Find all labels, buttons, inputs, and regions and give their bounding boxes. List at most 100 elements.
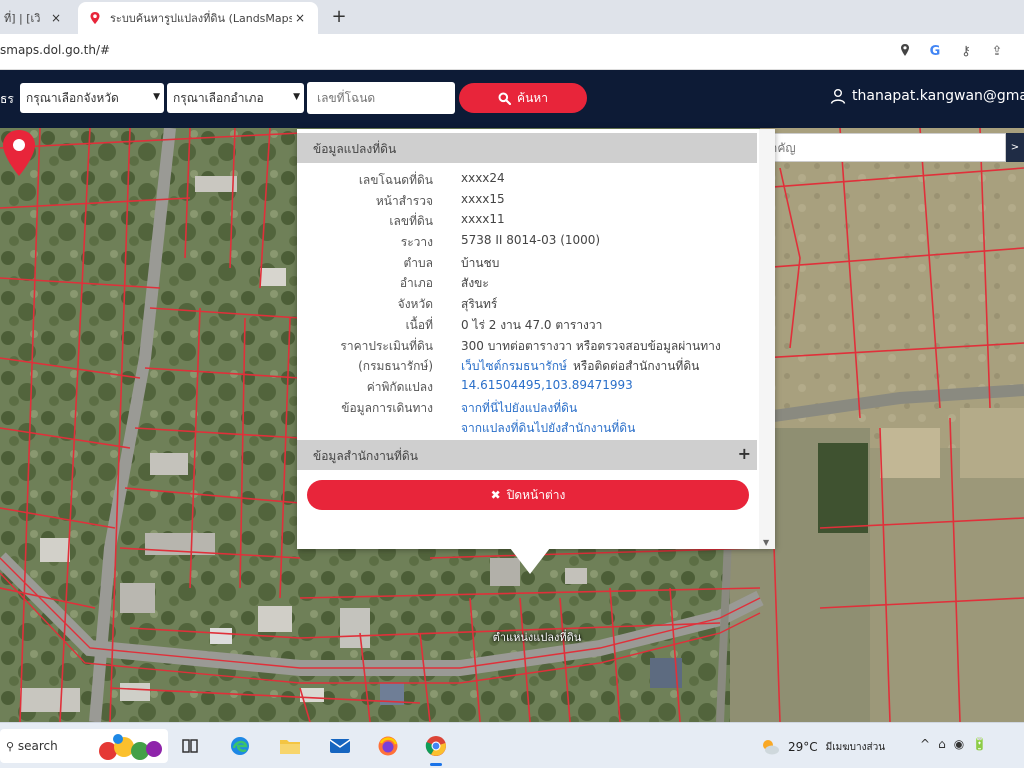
info-row-district: อำเภอ สังขะ xyxy=(297,272,757,293)
popup-pointer xyxy=(510,548,550,574)
directions-to-parcel-link[interactable]: จากที่นี่ไปยังแปลงที่ดิน xyxy=(461,399,577,418)
info-label: ค่าพิกัดแปลง xyxy=(366,379,433,394)
district-select-value: กรุณาเลือกอำเภอ xyxy=(173,90,264,105)
info-row-appraisal-price: ราคาประเมินที่ดิน 300 บาทต่อตารางวา หรือ… xyxy=(297,335,757,356)
key-icon[interactable]: ⚷ xyxy=(957,43,975,61)
parcel-info-list: เลขโฉนดที่ดิน xxxx24 หน้าสำรวจ xxxx15 เล… xyxy=(297,169,757,438)
header-lead-text: ธร xyxy=(0,92,14,106)
edge-browser-icon[interactable] xyxy=(224,730,256,762)
popup-scrollbar[interactable]: ▼ xyxy=(759,129,775,549)
info-value: xxxx11 xyxy=(461,212,505,227)
info-value: สุรินทร์ xyxy=(461,297,498,312)
info-value: xxxx15 xyxy=(461,191,505,206)
info-label: เลขที่ดิน xyxy=(389,214,433,229)
file-explorer-icon[interactable] xyxy=(274,730,306,762)
user-account[interactable]: thanapat.kangwan@gma xyxy=(830,88,1024,104)
info-value: 5738 II 8014-03 (1000) xyxy=(461,233,601,248)
parcel-info-header[interactable]: ข้อมูลแปลงที่ดิน xyxy=(297,133,757,163)
app-header: ธร กรุณาเลือกจังหวัด ▼ กรุณาเลือกอำเภอ ▼… xyxy=(0,70,1024,128)
info-value: สังขะ xyxy=(461,276,489,291)
info-row-coordinates: ค่าพิกัดแปลง 14.61504495,103.89471993 xyxy=(297,376,757,397)
close-icon: ✖ xyxy=(490,488,501,502)
treasury-website-link[interactable]: เว็บไซต์กรมธนารักษ์ xyxy=(461,357,567,376)
coordinates-link[interactable]: 14.61504495,103.89471993 xyxy=(461,378,633,392)
info-label: ระวาง xyxy=(400,235,433,250)
directions-to-office-link[interactable]: จากแปลงที่ดินไปยังสำนักงานที่ดิน xyxy=(461,419,635,438)
info-label: (กรมธนารักษ์) xyxy=(358,359,433,374)
info-row-treasury: (กรมธนารักษ์) เว็บไซต์กรมธนารักษ์ หรือติ… xyxy=(297,355,757,376)
info-value-suffix: หรือติดต่อสำนักงานที่ดิน xyxy=(572,359,700,374)
location-icon[interactable] xyxy=(896,43,914,61)
close-window-label: ปิดหน้าต่าง xyxy=(506,487,566,502)
landmark-search-button[interactable]: > xyxy=(1006,133,1024,162)
partly-cloudy-icon xyxy=(763,740,779,755)
chevron-down-icon: ▼ xyxy=(153,92,160,102)
close-icon[interactable]: × xyxy=(48,11,64,25)
info-label: หน้าสำรวจ xyxy=(375,193,433,208)
info-row-subdistrict: ตำบล บ้านชบ xyxy=(297,252,757,273)
weather-description: มีเมฆบางส่วน xyxy=(825,741,886,753)
google-icon[interactable]: G xyxy=(926,43,944,61)
browser-tab-landsmaps[interactable]: ระบบค้นหารูปแปลงที่ดิน (LandsMaps) × xyxy=(78,2,318,34)
search-button[interactable]: ค้นหา xyxy=(459,83,587,113)
weather-temp: 29°C xyxy=(788,740,818,754)
chrome-icon[interactable] xyxy=(420,730,452,766)
info-value: เว็บไซต์กรมธนารักษ์ หรือติดต่อสำนักงานที… xyxy=(461,357,699,376)
url-field[interactable]: smaps.dol.go.th/# xyxy=(0,43,110,57)
info-value: xxxx24 xyxy=(461,171,505,185)
info-label: เนื้อที่ xyxy=(405,317,433,332)
scroll-down-arrow-icon[interactable]: ▼ xyxy=(763,538,769,547)
province-select[interactable]: กรุณาเลือกจังหวัด ▼ xyxy=(20,83,164,113)
volume-icon[interactable]: ◉ xyxy=(954,737,964,751)
info-label: อำเภอ xyxy=(399,276,433,291)
expand-plus-icon[interactable]: + xyxy=(738,444,751,463)
battery-icon[interactable]: 🔋 xyxy=(972,737,987,751)
system-tray: ^ ⌂ ◉ 🔋 xyxy=(920,737,987,751)
info-value: 0 ไร่ 2 งาน 47.0 ตารางวา xyxy=(461,317,603,332)
share-icon[interactable]: ⇪ xyxy=(988,43,1006,61)
info-label: จังหวัด xyxy=(397,297,433,312)
map-pin-favicon-icon xyxy=(90,12,100,24)
info-label: ตำบล xyxy=(403,255,433,270)
search-icon xyxy=(498,92,512,105)
info-row-travel-office: จากแปลงที่ดินไปยังสำนักงานที่ดิน xyxy=(297,417,757,438)
close-icon[interactable]: × xyxy=(292,11,308,25)
land-office-header[interactable]: ข้อมูลสำนักงานที่ดิน + xyxy=(297,440,757,470)
info-row-land-number: เลขที่ดิน xxxx11 xyxy=(297,210,757,231)
district-select[interactable]: กรุณาเลือกอำเภอ ▼ xyxy=(167,83,304,113)
land-office-header-label: ข้อมูลสำนักงานที่ดิน xyxy=(313,449,418,463)
info-row-area: เนื้อที่ 0 ไร่ 2 งาน 47.0 ตารางวา xyxy=(297,314,757,335)
info-row-survey-page: หน้าสำรวจ xxxx15 xyxy=(297,190,757,211)
info-row-sheet: ระวาง 5738 II 8014-03 (1000) xyxy=(297,231,757,252)
browser-tab-bar: ที่] | [เวิ × ระบบค้นหารูปแปลงที่ดิน (La… xyxy=(0,0,1024,34)
tray-overflow-chevron-icon[interactable]: ^ xyxy=(920,737,930,751)
network-icon[interactable]: ⌂ xyxy=(938,737,946,751)
user-icon xyxy=(830,89,846,104)
new-tab-button[interactable]: + xyxy=(328,6,350,28)
task-view-icon[interactable] xyxy=(174,730,206,762)
info-row-deed-number: เลขโฉนดที่ดิน xxxx24 xyxy=(297,169,757,190)
address-bar: smaps.dol.go.th/# G ⚷ ⇪ xyxy=(0,34,1024,70)
info-value: 300 บาทต่อตารางวา หรือตรวจสอบข้อมูลผ่านท… xyxy=(461,338,721,353)
user-email: thanapat.kangwan@gma xyxy=(852,88,1024,104)
parcel-info-popup: ข้อมูลแปลงที่ดิน เลขโฉนดที่ดิน xxxx24 หน… xyxy=(297,129,775,549)
browser-tab-previous[interactable]: ที่] | [เวิ × xyxy=(0,2,74,34)
info-label: เลขโฉนดที่ดิน xyxy=(358,173,433,187)
info-row-travel: ข้อมูลการเดินทาง จากที่นี่ไปยังแปลงที่ดิ… xyxy=(297,397,757,418)
firefox-icon[interactable] xyxy=(372,730,404,762)
weather-widget[interactable]: 29°C มีเมฆบางส่วน xyxy=(760,737,885,757)
chevron-down-icon: ▼ xyxy=(293,92,300,102)
search-highlight-image-icon xyxy=(99,734,162,760)
info-label: ราคาประเมินที่ดิน xyxy=(340,338,433,353)
info-label: ข้อมูลการเดินทาง xyxy=(341,400,433,415)
mail-icon[interactable] xyxy=(324,730,356,762)
close-window-button[interactable]: ✖ ปิดหน้าต่าง xyxy=(307,480,749,510)
windows-taskbar: ⚲ search 29°C มีเมฆบางส่วน ^ ⌂ ◉ 🔋 xyxy=(0,722,1024,768)
search-icon: ⚲ xyxy=(6,740,15,753)
map-pin-icon[interactable] xyxy=(0,128,38,178)
info-row-province: จังหวัด สุรินทร์ xyxy=(297,293,757,314)
deed-number-input[interactable] xyxy=(307,82,455,114)
search-button-label: ค้นหา xyxy=(517,90,548,105)
tab-title: ระบบค้นหารูปแปลงที่ดิน (LandsMaps) xyxy=(110,12,292,25)
info-value: บ้านชบ xyxy=(461,255,500,270)
